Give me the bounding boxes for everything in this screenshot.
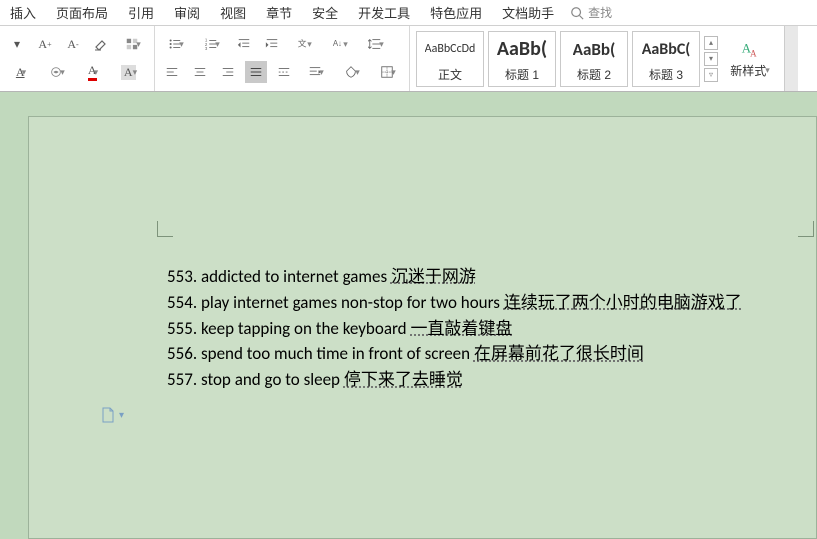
margin-marker-top-right — [798, 221, 814, 237]
ribbon-paragraph-group: ▾ 123▾ 文▾ A↓▾ ▾ — [155, 26, 410, 91]
shrink-font-button[interactable]: A- — [62, 33, 84, 55]
menu-developer[interactable]: 开发工具 — [348, 3, 420, 22]
style-label: 标题 2 — [577, 66, 611, 83]
shading-button[interactable]: ▾ — [337, 61, 367, 83]
number-list-button[interactable]: 123▾ — [197, 33, 227, 55]
style-next-button[interactable]: ▾ — [704, 52, 718, 66]
style-preview: AaBbC( — [642, 34, 691, 64]
line-chinese: 连续玩了两个小时的电脑游戏了 — [504, 292, 742, 313]
grow-font-button[interactable]: A+ — [34, 33, 56, 55]
svg-text:文: 文 — [298, 38, 307, 49]
line-english: play internet games non-stop for two hou… — [201, 292, 500, 313]
format-painter-dropdown[interactable]: ▾ — [6, 33, 28, 55]
decrease-indent-button[interactable] — [233, 33, 255, 55]
line-chinese: 在屏幕前花了很长时间 — [474, 343, 644, 364]
doc-line[interactable]: 554. play internet games non-stop for tw… — [167, 291, 796, 315]
line-english: spend too much time in front of screen — [201, 343, 470, 364]
menu-special[interactable]: 特色应用 — [420, 3, 492, 22]
line-chinese: 停下来了去睡觉 — [344, 369, 463, 390]
style-prev-button[interactable]: ▴ — [704, 36, 718, 50]
style-label: 标题 1 — [505, 66, 539, 83]
style-normal[interactable]: AaBbCcDd 正文 — [416, 31, 484, 87]
search-icon — [570, 6, 584, 20]
editor-canvas: 553. addicted to internet games 沉迷于网游554… — [0, 92, 817, 539]
line-chinese: 一直敲着键盘 — [410, 318, 512, 339]
style-preview: AaBb( — [573, 34, 616, 64]
style-heading3[interactable]: AaBbC( 标题 3 — [632, 31, 700, 87]
line-number: 556. — [167, 343, 201, 364]
increase-indent-button[interactable] — [261, 33, 283, 55]
line-number: 554. — [167, 292, 201, 313]
style-label: 正文 — [438, 66, 462, 83]
ribbon-font-group: ▾ A+ A- ▾ A▾ ▾ A▾ A▾ — [0, 26, 155, 91]
line-number: 557. — [167, 369, 201, 390]
line-english: addicted to internet games — [201, 266, 387, 287]
ribbon: ▾ A+ A- ▾ A▾ ▾ A▾ A▾ ▾ — [0, 26, 817, 92]
line-chinese: 沉迷于网游 — [391, 266, 476, 287]
align-right-button[interactable] — [217, 61, 239, 83]
search-box[interactable]: 查找 — [570, 4, 612, 21]
style-preview: AaBbCcDd — [425, 34, 476, 64]
page-side-widget[interactable]: ▾ — [101, 407, 124, 423]
chevron-down-icon: ▾ — [119, 410, 124, 421]
font-color-button[interactable]: A▾ — [78, 61, 108, 83]
doc-line[interactable]: 556. spend too much time in front of scr… — [167, 342, 796, 366]
search-label: 查找 — [588, 4, 612, 21]
change-case-button[interactable]: A▾ — [6, 61, 36, 83]
style-gallery-nav: ▴ ▾ ▿ — [704, 36, 718, 82]
menu-review[interactable]: 审阅 — [164, 3, 210, 22]
line-number: 555. — [167, 318, 201, 339]
style-preview: AaBb( — [497, 34, 547, 64]
text-effect-button[interactable]: ▾ — [42, 61, 72, 83]
menu-sections[interactable]: 章节 — [256, 3, 302, 22]
line-english: keep tapping on the keyboard — [201, 318, 407, 339]
new-style-label: 新样式 — [730, 62, 766, 79]
menu-security[interactable]: 安全 — [302, 3, 348, 22]
align-center-button[interactable] — [189, 61, 211, 83]
style-label: 标题 3 — [649, 66, 683, 83]
menu-references[interactable]: 引用 — [118, 3, 164, 22]
line-english: stop and go to sleep — [201, 369, 340, 390]
tab-stops-button[interactable]: ▾ — [301, 61, 331, 83]
style-heading1[interactable]: AaBb( 标题 1 — [488, 31, 556, 87]
menu-view[interactable]: 视图 — [210, 3, 256, 22]
doc-line[interactable]: 555. keep tapping on the keyboard 一直敲着键盘 — [167, 317, 796, 341]
ribbon-styles-group: AaBbCcDd 正文 AaBb( 标题 1 AaBb( 标题 2 AaBbC(… — [410, 26, 784, 91]
align-left-button[interactable] — [161, 61, 183, 83]
svg-text:A↓: A↓ — [333, 39, 342, 48]
borders-button[interactable]: ▾ — [373, 61, 403, 83]
page[interactable]: 553. addicted to internet games 沉迷于网游554… — [28, 116, 817, 539]
menu-doc-assist[interactable]: 文档助手 — [492, 3, 564, 22]
doc-line[interactable]: 557. stop and go to sleep 停下来了去睡觉 — [167, 368, 796, 392]
align-distribute-button[interactable] — [273, 61, 295, 83]
new-style-button[interactable]: AA 新样式▾ — [722, 38, 778, 79]
margin-marker-top-left — [157, 221, 173, 237]
text-direction-button[interactable]: 文▾ — [289, 33, 319, 55]
svg-text:A: A — [750, 48, 757, 58]
new-style-icon: AA — [739, 38, 761, 60]
style-more-button[interactable]: ▿ — [704, 68, 718, 82]
line-number: 553. — [167, 266, 201, 287]
menu-page-layout[interactable]: 页面布局 — [46, 3, 118, 22]
bullet-list-button[interactable]: ▾ — [161, 33, 191, 55]
document-body[interactable]: 553. addicted to internet games 沉迷于网游554… — [167, 265, 796, 394]
svg-text:3: 3 — [205, 46, 208, 51]
align-object-button[interactable]: A↓▾ — [325, 33, 355, 55]
clear-format-button[interactable] — [90, 33, 112, 55]
menu-insert[interactable]: 插入 — [0, 3, 46, 22]
highlight-button[interactable]: A▾ — [114, 61, 144, 83]
chevron-down-icon: ▾ — [765, 65, 770, 76]
align-justify-button[interactable] — [245, 61, 267, 83]
page-icon — [101, 407, 115, 423]
char-style-dropdown[interactable]: ▾ — [118, 33, 148, 55]
doc-line[interactable]: 553. addicted to internet games 沉迷于网游 — [167, 265, 796, 289]
menu-bar: 插入 页面布局 引用 审阅 视图 章节 安全 开发工具 特色应用 文档助手 查找 — [0, 0, 817, 26]
line-spacing-button[interactable]: ▾ — [361, 33, 391, 55]
style-heading2[interactable]: AaBb( 标题 2 — [560, 31, 628, 87]
ribbon-overflow[interactable] — [784, 26, 798, 91]
